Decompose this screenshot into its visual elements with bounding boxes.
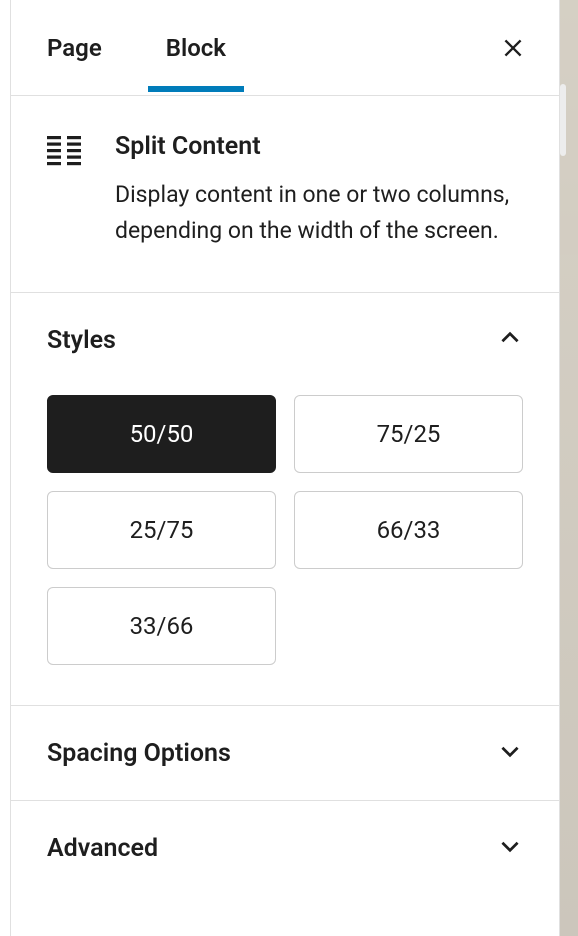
style-options-grid: 50/50 75/25 25/75 66/33 33/66 [47,395,523,665]
panel-advanced-title: Advanced [47,834,158,863]
panel-spacing-options: Spacing Options [11,706,559,801]
style-option-66-33[interactable]: 66/33 [294,491,523,569]
panel-spacing-title: Spacing Options [47,739,231,768]
chevron-down-icon [497,833,523,863]
split-content-icon [47,136,81,170]
style-option-50-50[interactable]: 50/50 [47,395,276,473]
block-description: Split Content Display content in one or … [11,96,559,293]
panel-advanced: Advanced [11,801,559,895]
block-settings-sidebar: Page Block Split Content Display content… [10,0,560,936]
panel-advanced-header[interactable]: Advanced [47,833,523,863]
style-option-75-25[interactable]: 75/25 [294,395,523,473]
panel-spacing-header[interactable]: Spacing Options [47,738,523,768]
block-description-text: Display content in one or two columns, d… [115,177,523,248]
chevron-down-icon [497,738,523,768]
style-option-33-66[interactable]: 33/66 [47,587,276,665]
panel-styles: Styles 50/50 75/25 25/75 66/33 33/66 [11,293,559,706]
tab-page[interactable]: Page [47,34,102,90]
close-button[interactable] [499,36,527,64]
chevron-up-icon [497,325,523,355]
panel-styles-title: Styles [47,326,116,355]
block-title: Split Content [115,132,523,161]
tab-block[interactable]: Block [166,34,226,90]
panel-styles-header[interactable]: Styles [47,325,523,355]
tabs-header: Page Block [11,0,559,96]
close-icon [500,35,526,65]
style-option-25-75[interactable]: 25/75 [47,491,276,569]
